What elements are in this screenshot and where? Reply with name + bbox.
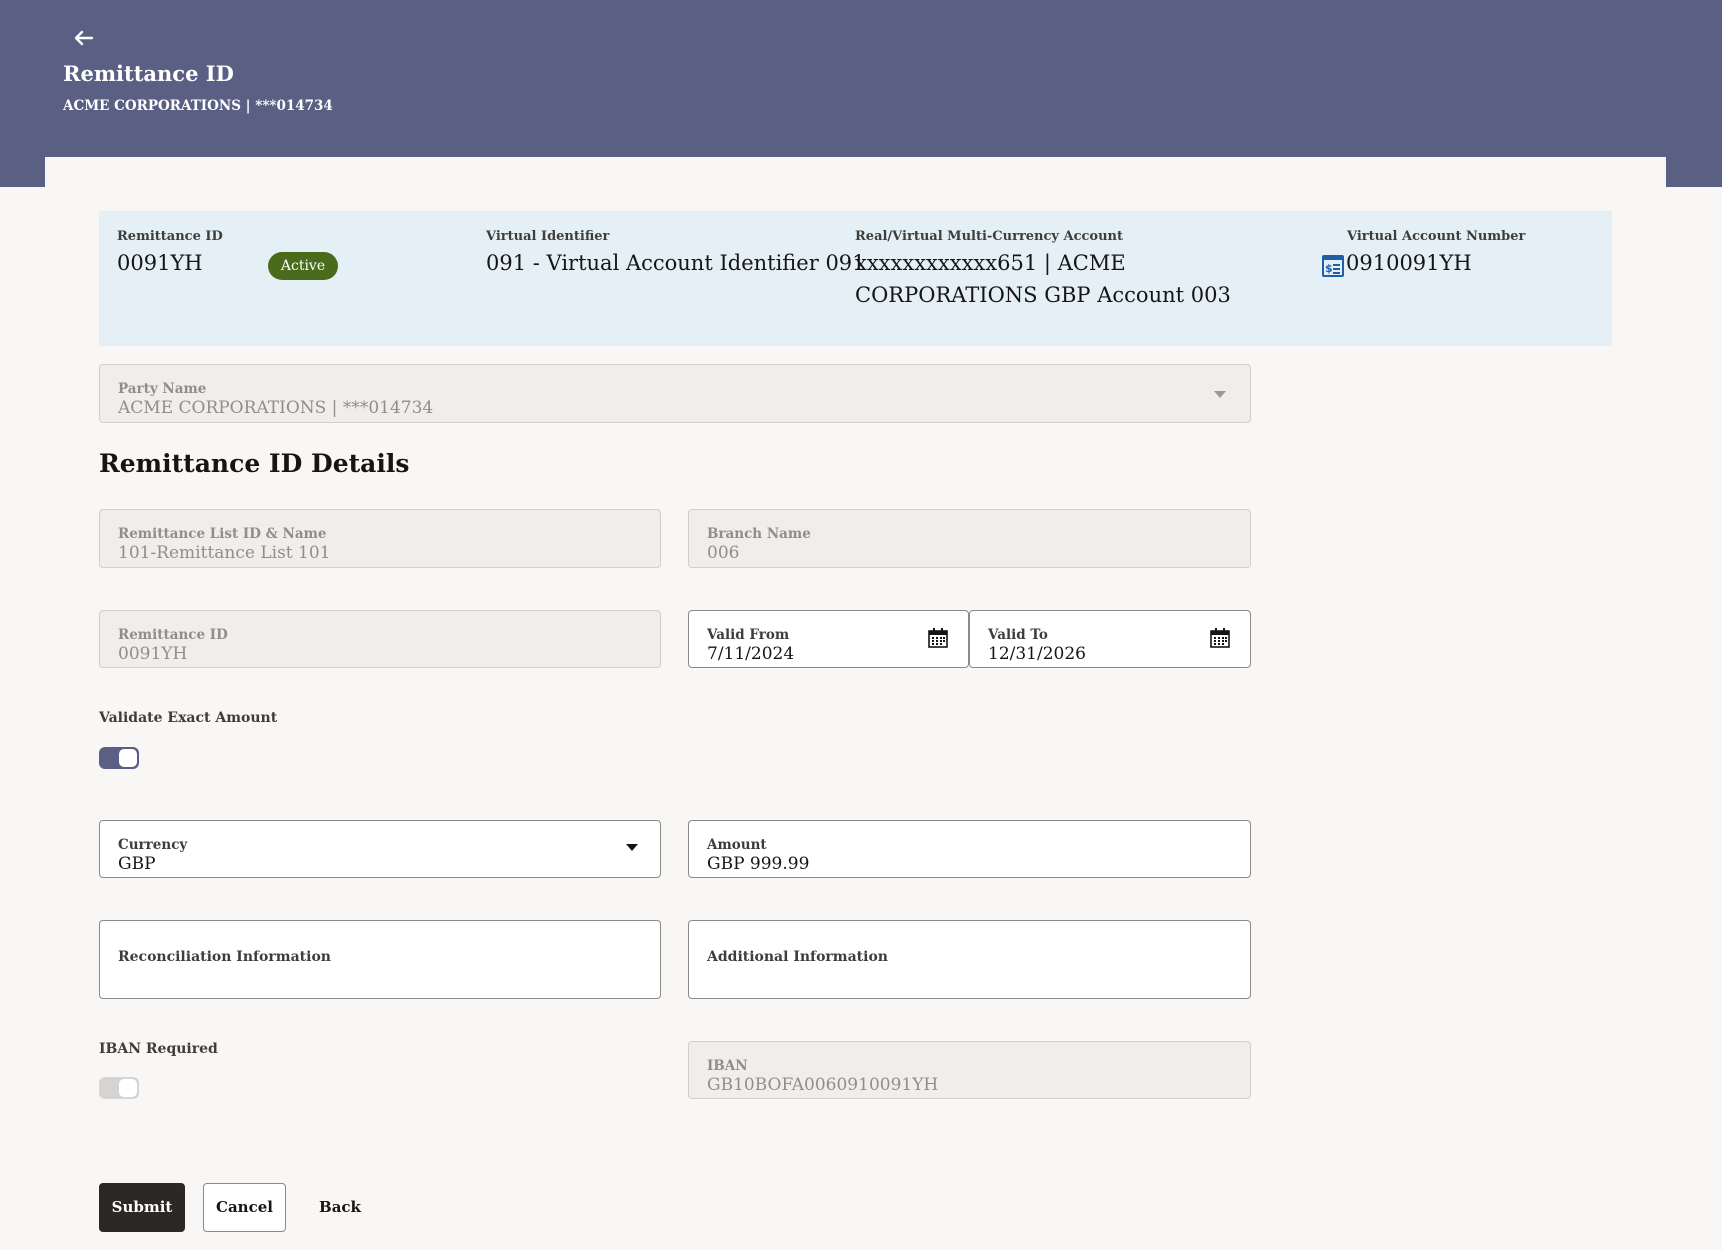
calendar-icon[interactable]: [927, 627, 949, 649]
valid-from-value: 7/11/2024: [707, 644, 795, 664]
summary-virtual-account-number-value: 0910091YH: [1346, 251, 1472, 275]
additional-information-input[interactable]: Additional Information: [688, 920, 1251, 999]
summary-account-value-line2: CORPORATIONS GBP Account 003: [855, 283, 1231, 307]
remittance-list-field[interactable]: Remittance List ID & Name 101-Remittance…: [99, 509, 661, 568]
summary-virtual-identifier-label: Virtual Identifier: [486, 229, 610, 244]
party-name-label: Party Name: [118, 381, 207, 397]
toggle-knob: [119, 1079, 137, 1097]
svg-text:$: $: [1325, 262, 1333, 275]
calendar-icon[interactable]: [1209, 627, 1231, 649]
valid-to-field[interactable]: Valid To 12/31/2026: [969, 610, 1251, 668]
status-badge: Active: [268, 252, 338, 280]
valid-to-value: 12/31/2026: [988, 644, 1086, 664]
currency-select[interactable]: Currency GBP: [99, 820, 661, 878]
additional-information-label: Additional Information: [707, 949, 888, 965]
remittance-id-label: Remittance ID: [118, 627, 228, 643]
valid-from-label: Valid From: [707, 627, 790, 643]
reconciliation-information-input[interactable]: Reconciliation Information: [99, 920, 661, 999]
party-name-select[interactable]: Party Name ACME CORPORATIONS | ***014734: [99, 364, 1251, 423]
iban-required-toggle[interactable]: [99, 1077, 139, 1099]
party-name-value: ACME CORPORATIONS | ***014734: [118, 398, 434, 418]
virtual-account-icon: $: [1322, 255, 1344, 277]
page-subtitle: ACME CORPORATIONS | ***014734: [63, 98, 333, 114]
validate-exact-amount-toggle[interactable]: [99, 747, 139, 769]
back-button[interactable]: Back: [305, 1183, 375, 1232]
summary-remittance-id-label: Remittance ID: [117, 229, 223, 244]
toggle-knob: [119, 749, 137, 767]
chevron-down-icon: [1214, 391, 1226, 398]
page-title: Remittance ID: [63, 61, 234, 86]
summary-remittance-id-value: 0091YH: [117, 251, 203, 275]
iban-label: IBAN: [707, 1058, 748, 1074]
back-arrow-icon[interactable]: [70, 26, 98, 50]
cancel-button[interactable]: Cancel: [203, 1183, 286, 1232]
remittance-id-field[interactable]: Remittance ID 0091YH: [99, 610, 661, 668]
branch-name-label: Branch Name: [707, 526, 811, 542]
reconciliation-information-label: Reconciliation Information: [118, 949, 331, 965]
remittance-list-value: 101-Remittance List 101: [118, 543, 331, 563]
valid-from-field[interactable]: Valid From 7/11/2024: [688, 610, 969, 668]
branch-name-field[interactable]: Branch Name 006: [688, 509, 1251, 568]
section-title: Remittance ID Details: [99, 449, 410, 478]
validate-exact-amount-label: Validate Exact Amount: [99, 710, 278, 726]
chevron-down-icon: [626, 844, 638, 851]
iban-field[interactable]: IBAN GB10BOFA0060910091YH: [688, 1041, 1251, 1099]
iban-required-label: IBAN Required: [99, 1041, 218, 1057]
remittance-list-label: Remittance List ID & Name: [118, 526, 327, 542]
summary-virtual-identifier-value: 091 - Virtual Account Identifier 091: [486, 251, 866, 275]
currency-value: GBP: [118, 854, 156, 874]
iban-value: GB10BOFA0060910091YH: [707, 1075, 939, 1095]
summary-virtual-account-number-label: Virtual Account Number: [1347, 229, 1526, 244]
amount-input[interactable]: Amount GBP 999.99: [688, 820, 1251, 878]
submit-button[interactable]: Submit: [99, 1183, 185, 1232]
valid-to-label: Valid To: [988, 627, 1048, 643]
summary-account-value-line1: xxxxxxxxxxxx651 | ACME: [855, 251, 1126, 275]
remittance-id-value: 0091YH: [118, 644, 188, 664]
summary-account-label: Real/Virtual Multi-Currency Account: [855, 229, 1124, 244]
branch-name-value: 006: [707, 543, 740, 563]
amount-value: GBP 999.99: [707, 854, 810, 874]
currency-label: Currency: [118, 837, 188, 853]
amount-label: Amount: [707, 837, 767, 853]
